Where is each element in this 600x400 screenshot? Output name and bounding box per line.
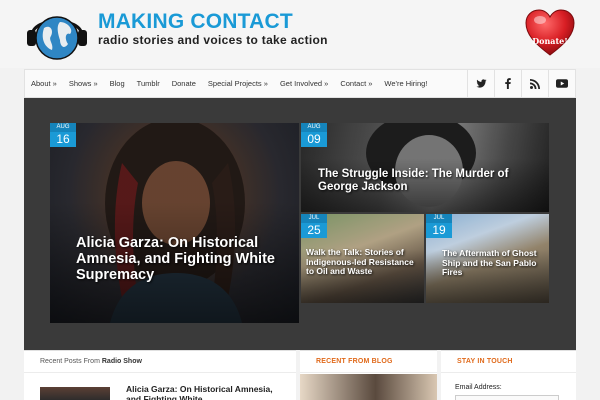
date-month: AUG [50, 123, 76, 132]
youtube-icon[interactable] [548, 70, 575, 97]
recent-posts-category[interactable]: Radio Show [102, 358, 142, 365]
story-title[interactable]: Walk the Talk: Stories of Indigenous-led… [306, 247, 421, 277]
date-month: AUG [301, 123, 327, 132]
email-label: Email Address: [455, 384, 502, 391]
date-badge: AUG 09 [301, 123, 327, 147]
date-badge: JUL 25 [301, 214, 327, 238]
recent-posts-panel: Recent Posts From Radio Show Alicia Garz… [24, 350, 296, 400]
nav-item-special-projects[interactable]: Special Projects » [202, 70, 274, 97]
logo-globe-headphones-icon[interactable] [24, 10, 90, 62]
nav-item-donate[interactable]: Donate [166, 70, 202, 97]
recent-blog-panel: RECENT FROM BLOG [300, 350, 437, 400]
post-title-link[interactable]: Alicia Garza: On Historical Amnesia, and… [126, 384, 286, 400]
recent-blog-heading: RECENT FROM BLOG [300, 351, 437, 373]
post-thumbnail[interactable] [40, 387, 110, 400]
donate-heart-button[interactable]: Donate! [524, 8, 576, 58]
donate-label: Donate! [532, 36, 568, 46]
stay-in-touch-heading: STAY IN TOUCH [441, 351, 576, 373]
date-badge: JUL 19 [426, 214, 452, 238]
date-month: JUL [426, 214, 452, 223]
date-month: JUL [301, 214, 327, 223]
date-day: 19 [432, 223, 446, 237]
story-title[interactable]: Alicia Garza: On Historical Amnesia, and… [76, 235, 296, 284]
rss-icon[interactable] [521, 70, 548, 97]
site-title[interactable]: MAKING CONTACT [98, 10, 293, 34]
nav-item-get-involved[interactable]: Get Involved » [274, 70, 334, 97]
nav-item-blog[interactable]: Blog [104, 70, 131, 97]
featured-story-1[interactable]: AUG 16 Alicia Garza: On Historical Amnes… [50, 123, 299, 323]
blog-thumbnail[interactable] [300, 374, 437, 400]
heart-icon [525, 9, 575, 56]
nav-item-shows[interactable]: Shows » [63, 70, 104, 97]
date-day: 25 [307, 223, 321, 237]
stay-in-touch-panel: STAY IN TOUCH Email Address: [441, 350, 576, 400]
story-title[interactable]: The Struggle Inside: The Murder of Georg… [318, 168, 543, 194]
nav-item-contact[interactable]: Contact » [334, 70, 378, 97]
featured-stories: AUG 16 Alicia Garza: On Historical Amnes… [24, 98, 576, 350]
nav-item-about[interactable]: About » [25, 70, 63, 97]
nav-menu: About » Shows » Blog Tumblr Donate Speci… [25, 70, 433, 97]
site-header: MAKING CONTACT radio stories and voices … [0, 0, 600, 68]
nav-item-hiring[interactable]: We're Hiring! [378, 70, 433, 97]
main-nav: About » Shows » Blog Tumblr Donate Speci… [24, 69, 576, 98]
date-day: 16 [56, 132, 70, 146]
facebook-icon[interactable] [494, 70, 521, 97]
email-field[interactable] [455, 395, 559, 400]
site-tagline: radio stories and voices to take action [98, 33, 328, 47]
story-title[interactable]: The Aftermath of Ghost Ship and the San … [442, 248, 547, 278]
date-badge: AUG 16 [50, 123, 76, 147]
twitter-icon[interactable] [467, 70, 494, 97]
nav-item-tumblr[interactable]: Tumblr [131, 70, 166, 97]
featured-story-2[interactable]: AUG 09 The Struggle Inside: The Murder o… [301, 123, 549, 212]
recent-posts-heading: Recent Posts From Radio Show [24, 351, 296, 373]
recent-posts-prefix: Recent Posts From [40, 358, 100, 365]
featured-story-4[interactable]: JUL 19 The Aftermath of Ghost Ship and t… [426, 214, 549, 303]
date-day: 09 [307, 132, 321, 146]
featured-story-3[interactable]: JUL 25 Walk the Talk: Stories of Indigen… [301, 214, 424, 303]
story-shade [50, 123, 299, 323]
social-links [467, 70, 575, 97]
